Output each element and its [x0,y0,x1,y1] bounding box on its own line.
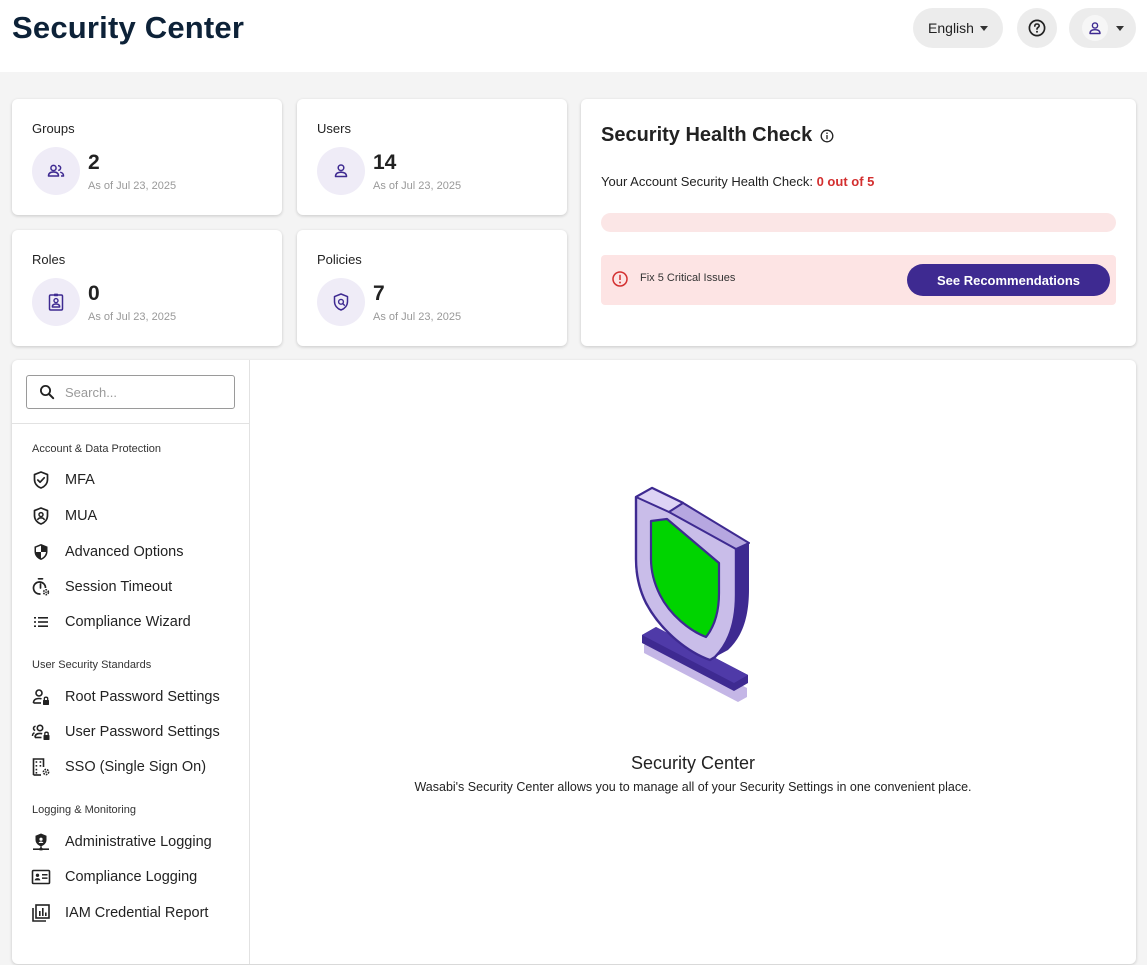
nav-item-label: Compliance Logging [65,869,198,885]
nav-item-label: User Password Settings [65,724,220,740]
roles-count: 0 [88,282,100,305]
content-description: Wasabi's Security Center allows you to m… [414,780,972,794]
stat-date: As of Jul 23, 2025 [373,180,462,192]
help-button[interactable] [1017,8,1057,48]
nav-section-title: User Security Standards [32,659,152,671]
stat-label: Roles [32,252,66,267]
top-bar: Security Center English [0,0,1147,72]
shield-half-icon [30,541,52,563]
shield-user-icon [30,505,52,527]
stat-date: As of Jul 23, 2025 [373,311,462,323]
users-lock-icon [30,721,52,743]
security-health-card: Security Health Check Your Account Secur… [581,99,1136,346]
nav-item-label: Session Timeout [65,579,173,595]
main-panel: Account & Data Protection MFA MUA Advanc… [12,360,1136,964]
user-icon [317,147,365,195]
id-card-icon [30,866,52,888]
role-badge-icon [32,278,80,326]
nav-item-label: Root Password Settings [65,689,220,705]
see-recommendations-button[interactable]: See Recommendations [907,264,1110,296]
page-title: Security Center [12,10,245,45]
nav-item-label: MFA [65,472,95,488]
search-icon [40,385,55,400]
nav-item-root-password-settings[interactable]: Root Password Settings [30,682,240,712]
stat-label: Policies [317,252,362,267]
nav-item-label: Administrative Logging [65,834,212,850]
users-card[interactable]: Users 14 As of Jul 23, 2025 [297,99,567,215]
groups-card[interactable]: Groups 2 As of Jul 23, 2025 [12,99,282,215]
critical-issues-alert: Fix 5 Critical Issues See Recommendation… [601,255,1116,305]
shield-check-icon [30,469,52,491]
health-status-text: Your Account Security Health Check: 0 ou… [601,174,874,189]
language-select[interactable]: English [913,8,1003,48]
nav-item-administrative-logging[interactable]: Administrative Logging [30,827,240,857]
nav-item-label: Advanced Options [65,544,184,560]
nav-item-user-password-settings[interactable]: User Password Settings [30,717,240,747]
nav-item-label: SSO (Single Sign On) [65,759,207,775]
nav-item-advanced-options[interactable]: Advanced Options [30,537,240,567]
health-title-row: Security Health Check [601,124,834,147]
users-count: 14 [373,151,397,174]
stat-date: As of Jul 23, 2025 [88,311,177,323]
stat-label: Groups [32,121,75,136]
nav-item-label: IAM Credential Report [65,905,209,921]
policies-count: 7 [373,282,385,305]
nav-item-label: Compliance Wizard [65,614,191,630]
nav-section-title: Account & Data Protection [32,443,162,455]
info-icon[interactable] [820,129,834,143]
content-title: Security Center [630,753,756,773]
health-score: 0 out of 5 [816,174,875,189]
stat-date: As of Jul 23, 2025 [88,180,177,192]
help-icon [1028,19,1046,37]
sidebar: Account & Data Protection MFA MUA Advanc… [12,360,250,964]
shield-illustration [634,486,750,702]
roles-card[interactable]: Roles 0 As of Jul 23, 2025 [12,230,282,346]
policies-card[interactable]: Policies 7 As of Jul 23, 2025 [297,230,567,346]
groups-icon [32,147,80,195]
content-area: Security Center Wasabi's Security Center… [250,360,1136,964]
nav-item-iam-credential-report[interactable]: IAM Credential Report [30,898,240,928]
user-menu-button[interactable] [1069,8,1136,48]
nav-item-mua[interactable]: MUA [30,501,240,531]
groups-count: 2 [88,151,100,174]
health-title: Security Health Check [601,124,813,146]
user-lock-icon [30,686,52,708]
health-status-label: Your Account Security Health Check: [601,174,817,189]
shield-network-icon [30,831,52,853]
policy-shield-icon [317,278,365,326]
user-icon [1088,22,1101,35]
nav-item-mfa[interactable]: MFA [30,465,240,495]
stat-label: Users [317,121,351,136]
chevron-down-icon [979,25,988,31]
report-chart-icon [30,902,52,924]
building-gear-icon [30,756,52,778]
nav-item-compliance-wizard[interactable]: Compliance Wizard [30,607,240,637]
alert-text: Fix 5 Critical Issues [640,272,736,284]
nav-item-session-timeout[interactable]: Session Timeout [30,572,240,602]
nav-section-title: Logging & Monitoring [32,804,136,816]
nav-item-label: MUA [65,508,98,524]
timer-gear-icon [30,576,52,598]
nav-item-sso[interactable]: SSO (Single Sign On) [30,752,240,782]
divider [12,423,250,424]
chevron-down-icon [1115,25,1124,31]
search-field[interactable] [26,375,235,409]
avatar [1081,15,1108,41]
nav-item-compliance-logging[interactable]: Compliance Logging [30,862,240,892]
list-icon [30,611,52,633]
error-icon [612,271,628,287]
search-input[interactable] [65,384,215,400]
language-label: English [928,20,974,36]
health-progress-bar [601,213,1116,232]
